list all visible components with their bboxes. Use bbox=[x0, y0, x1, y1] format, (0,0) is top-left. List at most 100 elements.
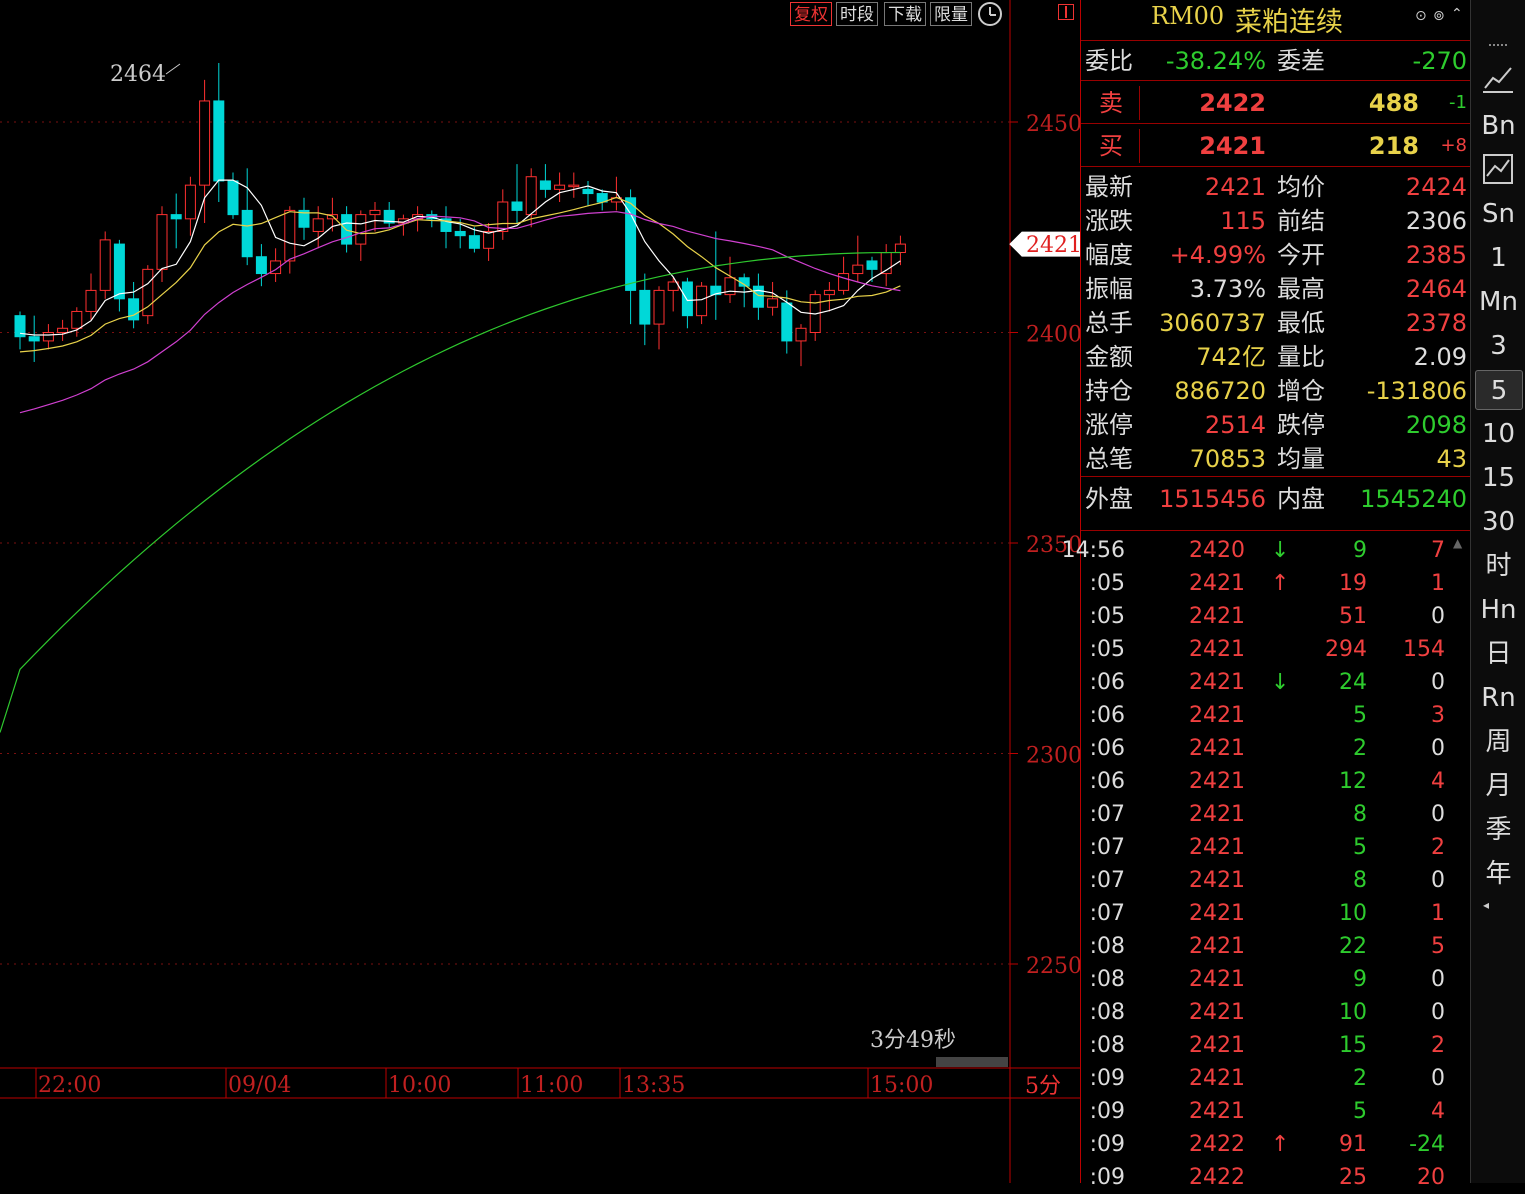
period-option[interactable]: 30 bbox=[1471, 502, 1525, 542]
tick-oi-change: 20 bbox=[1417, 1165, 1445, 1190]
candle-body bbox=[795, 327, 807, 342]
tick-oi-change: 0 bbox=[1431, 736, 1445, 761]
tick-volume: 25 bbox=[1339, 1165, 1367, 1190]
tick-time: :06 bbox=[1089, 736, 1125, 761]
candle-body bbox=[312, 218, 324, 232]
stat-label: 涨跌 bbox=[1085, 207, 1133, 235]
high-marker bbox=[165, 63, 181, 75]
download-button[interactable]: 下载 bbox=[884, 2, 926, 26]
candle-body bbox=[170, 214, 182, 220]
horizontal-scrollbar[interactable] bbox=[936, 1057, 1008, 1067]
period-option[interactable]: Bn bbox=[1471, 106, 1525, 146]
menu-dots-icon[interactable] bbox=[1489, 44, 1507, 48]
period-option[interactable]: 1 bbox=[1471, 238, 1525, 278]
expand-left-icon[interactable]: ◂ bbox=[1483, 898, 1489, 912]
high-price-label: 2464 bbox=[110, 62, 166, 87]
stat-row: 涨跌 115 前结 2306 bbox=[1081, 204, 1471, 238]
x-tick-label: 15:00 bbox=[870, 1073, 933, 1098]
candle-body bbox=[497, 201, 509, 232]
collapse-icon[interactable]: ⌃ bbox=[1451, 6, 1463, 22]
shiduan-button[interactable]: 时段 bbox=[836, 2, 878, 26]
bid-row[interactable]: 买 2421 218 +8 bbox=[1081, 129, 1471, 163]
tick-volume: 10 bbox=[1339, 1000, 1367, 1025]
tick-volume: 2 bbox=[1353, 736, 1367, 761]
period-option[interactable]: 15 bbox=[1471, 458, 1525, 498]
stat-value: 43 bbox=[1436, 445, 1467, 473]
period-option[interactable]: 3 bbox=[1471, 326, 1525, 366]
candle-body bbox=[99, 239, 111, 291]
period-option[interactable]: 10 bbox=[1471, 414, 1525, 454]
period-option[interactable]: 周 bbox=[1471, 722, 1525, 762]
candle-body bbox=[355, 214, 367, 245]
stat-row: 持仓 886720 增仓 -131806 bbox=[1081, 374, 1471, 408]
candle-body bbox=[639, 289, 651, 325]
period-option[interactable]: 年 bbox=[1471, 854, 1525, 894]
x-tick-label: 13:35 bbox=[622, 1073, 685, 1098]
tick-time: :07 bbox=[1089, 868, 1125, 893]
tick-volume: 5 bbox=[1353, 835, 1367, 860]
candle-body bbox=[227, 180, 239, 216]
kline-chart[interactable]: 2450240023502300225022:00 09/04 10:00 11:00… bbox=[0, 0, 1080, 1183]
tick-time: :06 bbox=[1089, 703, 1125, 728]
period-option[interactable]: 季 bbox=[1471, 810, 1525, 850]
tick-volume: 2 bbox=[1353, 1066, 1367, 1091]
stat-value: 2.09 bbox=[1413, 343, 1467, 371]
period-option[interactable]: Mn bbox=[1471, 282, 1525, 322]
tick-volume: 8 bbox=[1353, 868, 1367, 893]
tick-oi-change: 2 bbox=[1431, 835, 1445, 860]
quote-panel: RM00 菜粕连续 ⊙ ⊚ ⌃ 委比 -38.24% 委差 -270 卖 242… bbox=[1062, 0, 1471, 1190]
candle-body bbox=[85, 289, 97, 312]
settings-icon[interactable]: ⊙ bbox=[1415, 8, 1427, 24]
tick-oi-change: 1 bbox=[1431, 571, 1445, 596]
tick-oi-change: 154 bbox=[1403, 637, 1445, 662]
tick-price: 2421 bbox=[1189, 934, 1245, 959]
stat-row: 金额 742亿 量比 2.09 bbox=[1081, 340, 1471, 374]
tick-volume: 22 bbox=[1339, 934, 1367, 959]
tick-volume: 9 bbox=[1353, 967, 1367, 992]
period-option[interactable]: 5 bbox=[1475, 370, 1523, 410]
stat-label: 均价 bbox=[1277, 173, 1325, 201]
line-chart-icon[interactable] bbox=[1483, 64, 1513, 94]
tick-volume: 24 bbox=[1339, 670, 1367, 695]
tick-row: :09 2422 ↑ 91 -24 bbox=[1081, 1128, 1451, 1161]
x-tick-label: 11:00 bbox=[520, 1073, 583, 1098]
period-option[interactable]: 日 bbox=[1471, 634, 1525, 674]
stat-value: 2421 bbox=[1204, 173, 1266, 201]
tick-oi-change: 1 bbox=[1431, 901, 1445, 926]
period-option[interactable]: Rn bbox=[1471, 678, 1525, 718]
info-icon[interactable]: ⊚ bbox=[1433, 8, 1445, 24]
ask-row[interactable]: 卖 2422 488 -1 bbox=[1081, 86, 1471, 120]
trend-chart-icon[interactable] bbox=[1483, 154, 1513, 184]
candle-body bbox=[241, 209, 253, 258]
tick-price: 2421 bbox=[1189, 703, 1245, 728]
candle-body bbox=[554, 184, 566, 190]
candle-body bbox=[525, 176, 537, 216]
tick-volume: 91 bbox=[1339, 1132, 1367, 1157]
period-option[interactable]: Hn bbox=[1471, 590, 1525, 630]
stat-value: 2306 bbox=[1405, 207, 1467, 235]
countdown-label: 3分49秒 bbox=[870, 1028, 956, 1053]
stat-label: 均量 bbox=[1277, 445, 1325, 473]
tick-direction-icon: ↑ bbox=[1271, 1132, 1290, 1157]
panel-toggle-icon[interactable] bbox=[1058, 4, 1074, 20]
period-option[interactable]: 时 bbox=[1471, 546, 1525, 586]
stat-label: 增仓 bbox=[1277, 377, 1325, 405]
scroll-up-icon[interactable]: ▲ bbox=[1453, 536, 1469, 552]
tick-direction-icon: ↓ bbox=[1271, 538, 1290, 563]
tick-time: 14:56 bbox=[1061, 538, 1125, 563]
stat-label: 今开 bbox=[1277, 241, 1325, 269]
fuquan-button[interactable]: 复权 bbox=[790, 2, 832, 26]
clock-icon[interactable] bbox=[978, 2, 1002, 26]
tick-price: 2421 bbox=[1189, 967, 1245, 992]
period-option[interactable]: 月 bbox=[1471, 766, 1525, 806]
tick-row: :09 2422 25 20 bbox=[1081, 1161, 1451, 1194]
limit-volume-button[interactable]: 限量 bbox=[930, 2, 972, 26]
tick-time: :06 bbox=[1089, 769, 1125, 794]
tick-row: :08 2421 10 0 bbox=[1081, 996, 1451, 1029]
stat-label: 最高 bbox=[1277, 275, 1325, 303]
period-option[interactable]: Sn bbox=[1471, 194, 1525, 234]
tick-price: 2421 bbox=[1189, 868, 1245, 893]
candle-body bbox=[866, 260, 878, 270]
last-price-value: 2421 bbox=[1026, 233, 1080, 258]
tick-oi-change: 0 bbox=[1431, 1066, 1445, 1091]
